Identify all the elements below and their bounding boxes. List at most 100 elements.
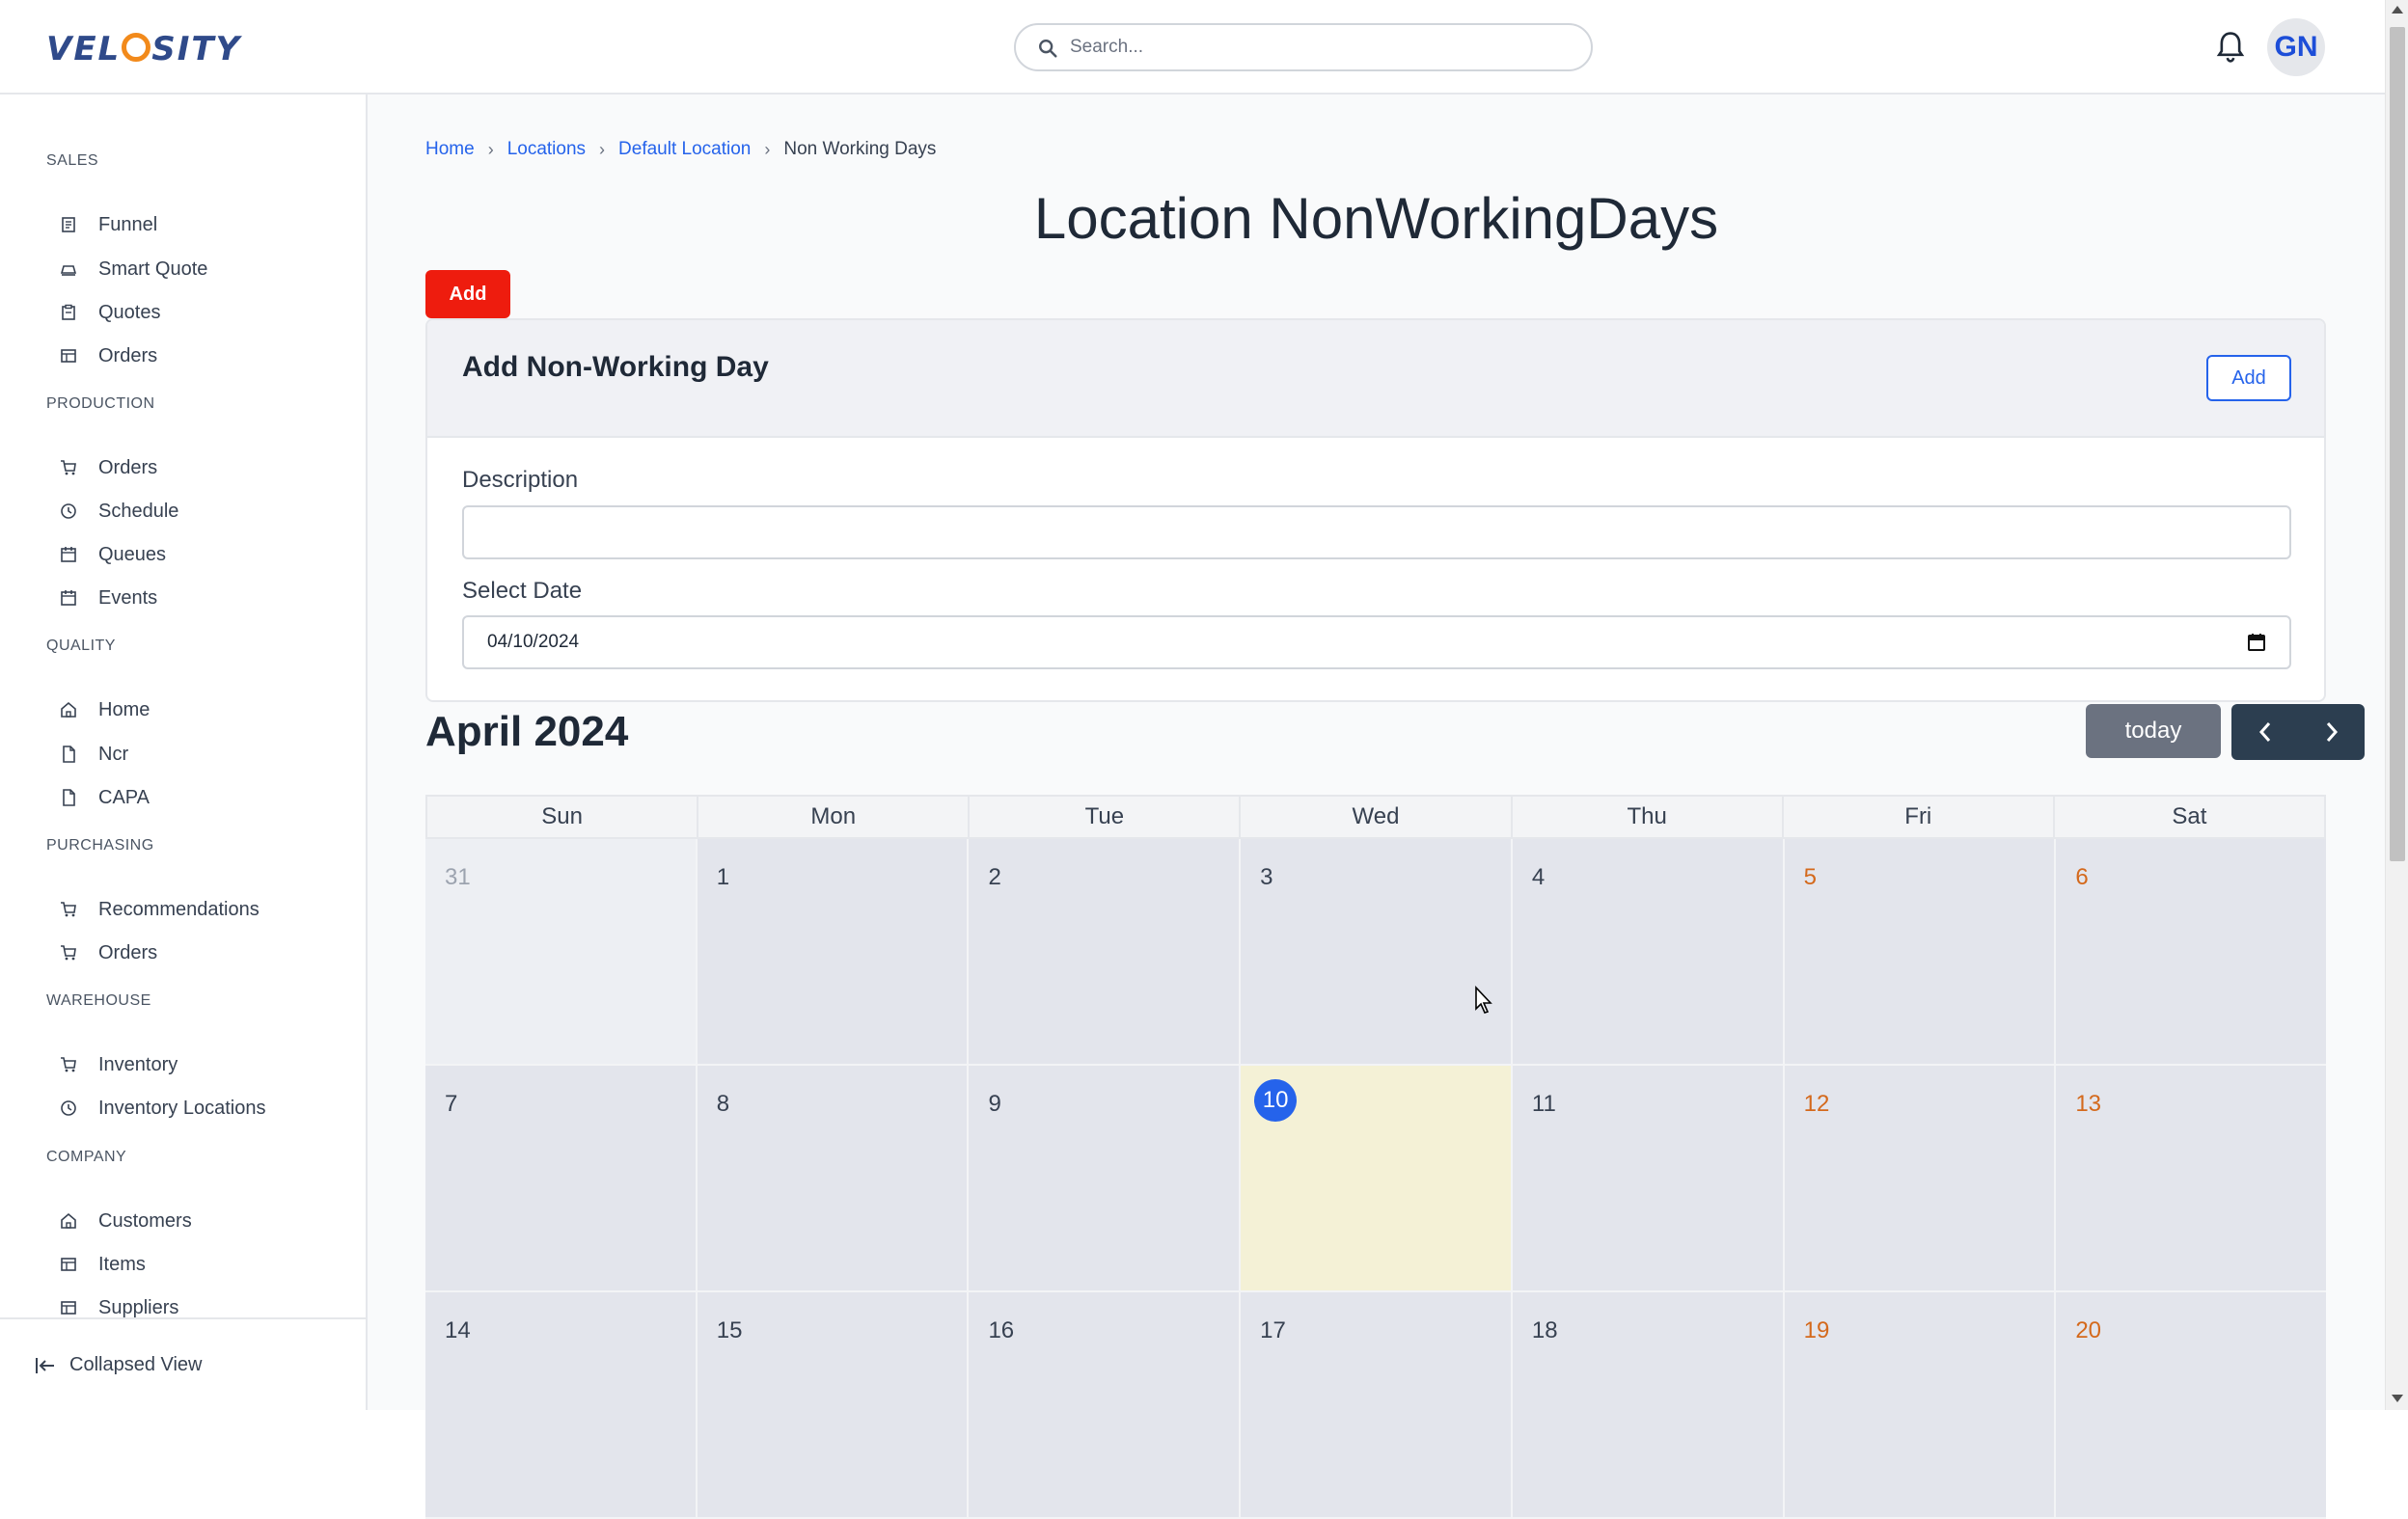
add-non-working-day-card: Add Non-Working Day Add Description Sele… bbox=[425, 318, 2326, 702]
sidebar-item-purchasing-orders[interactable]: Orders bbox=[46, 934, 336, 972]
sidebar-item-recommendations[interactable]: Recommendations bbox=[46, 890, 336, 929]
sidebar-item-quotes[interactable]: Quotes bbox=[46, 293, 336, 332]
calendar-day-cell[interactable]: 4 bbox=[1512, 839, 1785, 1066]
sidebar-footer: Collapsed View bbox=[0, 1317, 366, 1410]
document-icon bbox=[63, 746, 75, 763]
items-icon bbox=[61, 1258, 76, 1271]
weekday-mon: Mon bbox=[698, 797, 971, 837]
calendar-day-cell[interactable]: 8 bbox=[697, 1066, 970, 1292]
breadcrumb-home[interactable]: Home bbox=[425, 139, 475, 160]
sidebar-item-quality-home[interactable]: Home bbox=[46, 691, 336, 729]
calendar-day-cell[interactable]: 31 bbox=[425, 839, 698, 1066]
sidebar-item-label: Events bbox=[98, 586, 158, 609]
sidebar-item-smart-quote[interactable]: Smart Quote bbox=[46, 250, 336, 288]
day-number: 20 bbox=[2075, 1317, 2102, 1343]
day-number: 13 bbox=[2075, 1091, 2102, 1117]
search-input[interactable] bbox=[1070, 33, 1572, 62]
notification-bell-icon[interactable] bbox=[2215, 31, 2246, 64]
sidebar-section-warehouse: WAREHOUSE bbox=[46, 992, 151, 1009]
calendar-day-cell[interactable]: 9 bbox=[969, 1066, 1242, 1292]
funnel-icon bbox=[62, 217, 75, 232]
sidebar-item-funnel[interactable]: Funnel bbox=[46, 205, 336, 244]
today-button[interactable]: today bbox=[2086, 704, 2221, 758]
calendar-day-cell[interactable]: 5 bbox=[1784, 839, 2057, 1066]
select-date-label: Select Date bbox=[462, 578, 583, 604]
card-header: Add Non-Working Day Add bbox=[427, 320, 2324, 438]
weekday-sun: Sun bbox=[427, 797, 699, 837]
clock-icon bbox=[61, 1100, 76, 1116]
breadcrumb-default-location[interactable]: Default Location bbox=[618, 139, 751, 160]
scroll-down-arrow-icon[interactable] bbox=[2392, 1395, 2403, 1402]
sidebar-item-queues[interactable]: Queues bbox=[46, 535, 336, 574]
sidebar-item-production-orders[interactable]: Orders bbox=[46, 448, 336, 487]
calendar-day-cell[interactable]: 13 bbox=[2056, 1066, 2327, 1292]
search-box[interactable] bbox=[1014, 23, 1593, 71]
clock-icon bbox=[61, 503, 76, 519]
calendar-day-cell[interactable]: 12 bbox=[1784, 1066, 2057, 1292]
collapse-sidebar-button[interactable]: Collapsed View bbox=[35, 1354, 203, 1376]
sidebar-item-capa[interactable]: CAPA bbox=[46, 778, 336, 817]
calendar-day-cell[interactable]: 2 bbox=[969, 839, 1242, 1066]
date-field[interactable]: 04/10/2024 bbox=[462, 615, 2291, 669]
sidebar-item-ncr[interactable]: Ncr bbox=[46, 735, 336, 773]
day-number: 4 bbox=[1531, 864, 1546, 890]
next-month-button[interactable] bbox=[2298, 704, 2365, 760]
sidebar-item-label: CAPA bbox=[98, 786, 150, 808]
sidebar-item-schedule[interactable]: Schedule bbox=[46, 492, 336, 530]
calendar-day-cell-today[interactable]: 10 bbox=[1241, 1066, 1513, 1292]
calendar-icon bbox=[61, 590, 76, 606]
scroll-up-arrow-icon[interactable] bbox=[2392, 6, 2403, 14]
day-number: 7 bbox=[445, 1091, 458, 1117]
sidebar-section-purchasing: PURCHASING bbox=[46, 837, 154, 854]
calendar-day-cell[interactable]: 16 bbox=[969, 1292, 1242, 1519]
weekday-fri: Fri bbox=[1784, 797, 2055, 837]
calendar-day-cell[interactable]: 17 bbox=[1241, 1292, 1513, 1519]
calendar-day-cell[interactable]: 20 bbox=[2056, 1292, 2327, 1519]
description-field[interactable] bbox=[462, 505, 2291, 559]
calendar-week: 14 15 16 17 18 19 20 bbox=[425, 1292, 2327, 1519]
cart-icon bbox=[61, 902, 76, 917]
calendar-picker-icon[interactable] bbox=[2247, 633, 2266, 652]
sidebar-item-items[interactable]: Items bbox=[46, 1245, 336, 1284]
sidebar-item-sales-orders[interactable]: Orders bbox=[46, 337, 336, 375]
calendar-day-cell[interactable]: 3 bbox=[1241, 839, 1513, 1066]
sidebar-item-customers[interactable]: Customers bbox=[46, 1202, 336, 1240]
breadcrumb-locations[interactable]: Locations bbox=[507, 139, 586, 160]
sidebar-item-events[interactable]: Events bbox=[46, 579, 336, 617]
logo-text: VEL SITY bbox=[46, 30, 242, 68]
prev-month-button[interactable] bbox=[2231, 704, 2298, 760]
date-value: 04/10/2024 bbox=[487, 632, 580, 652]
day-number: 12 bbox=[1803, 1091, 1830, 1117]
day-number: 19 bbox=[1803, 1317, 1830, 1343]
sidebar-item-inventory[interactable]: Inventory bbox=[46, 1045, 336, 1084]
calendar-weekday-header: Sun Mon Tue Wed Thu Fri Sat bbox=[425, 795, 2326, 839]
sidebar-item-label: Queues bbox=[98, 543, 167, 565]
items-icon bbox=[61, 1301, 76, 1315]
calendar-day-cell[interactable]: 18 bbox=[1512, 1292, 1785, 1519]
main-content: Home › Locations › Default Location › No… bbox=[368, 95, 2385, 1519]
day-number: 6 bbox=[2075, 864, 2089, 890]
add-button[interactable]: Add bbox=[425, 270, 510, 318]
calendar-day-cell[interactable]: 15 bbox=[697, 1292, 970, 1519]
sidebar-item-label: Home bbox=[98, 698, 150, 720]
sidebar-section-quality: QUALITY bbox=[46, 637, 116, 654]
calendar-day-cell[interactable]: 7 bbox=[425, 1066, 698, 1292]
calendar-day-cell[interactable]: 11 bbox=[1512, 1066, 1785, 1292]
scroll-thumb[interactable] bbox=[2390, 27, 2405, 861]
user-avatar[interactable]: GN bbox=[2267, 18, 2325, 76]
page-scrollbar[interactable] bbox=[2385, 0, 2408, 1410]
cart-icon bbox=[61, 460, 76, 475]
mouse-cursor-icon bbox=[1475, 986, 1492, 1014]
sidebar-item-inventory-locations[interactable]: Inventory Locations bbox=[46, 1089, 336, 1127]
sidebar-section-company: COMPANY bbox=[46, 1149, 127, 1165]
calendar-day-cell[interactable]: 6 bbox=[2056, 839, 2327, 1066]
calendar-day-cell[interactable]: 19 bbox=[1784, 1292, 2057, 1519]
calendar-day-cell[interactable]: 14 bbox=[425, 1292, 698, 1519]
sidebar-section-production: PRODUCTION bbox=[46, 395, 155, 412]
day-number: 18 bbox=[1531, 1317, 1558, 1343]
velosity-logo[interactable]: VEL SITY bbox=[46, 25, 241, 73]
sidebar-item-label: Suppliers bbox=[98, 1296, 179, 1318]
orders-icon bbox=[61, 349, 76, 363]
calendar-day-cell[interactable]: 1 bbox=[697, 839, 970, 1066]
add-non-working-day-button[interactable]: Add bbox=[2206, 355, 2291, 401]
